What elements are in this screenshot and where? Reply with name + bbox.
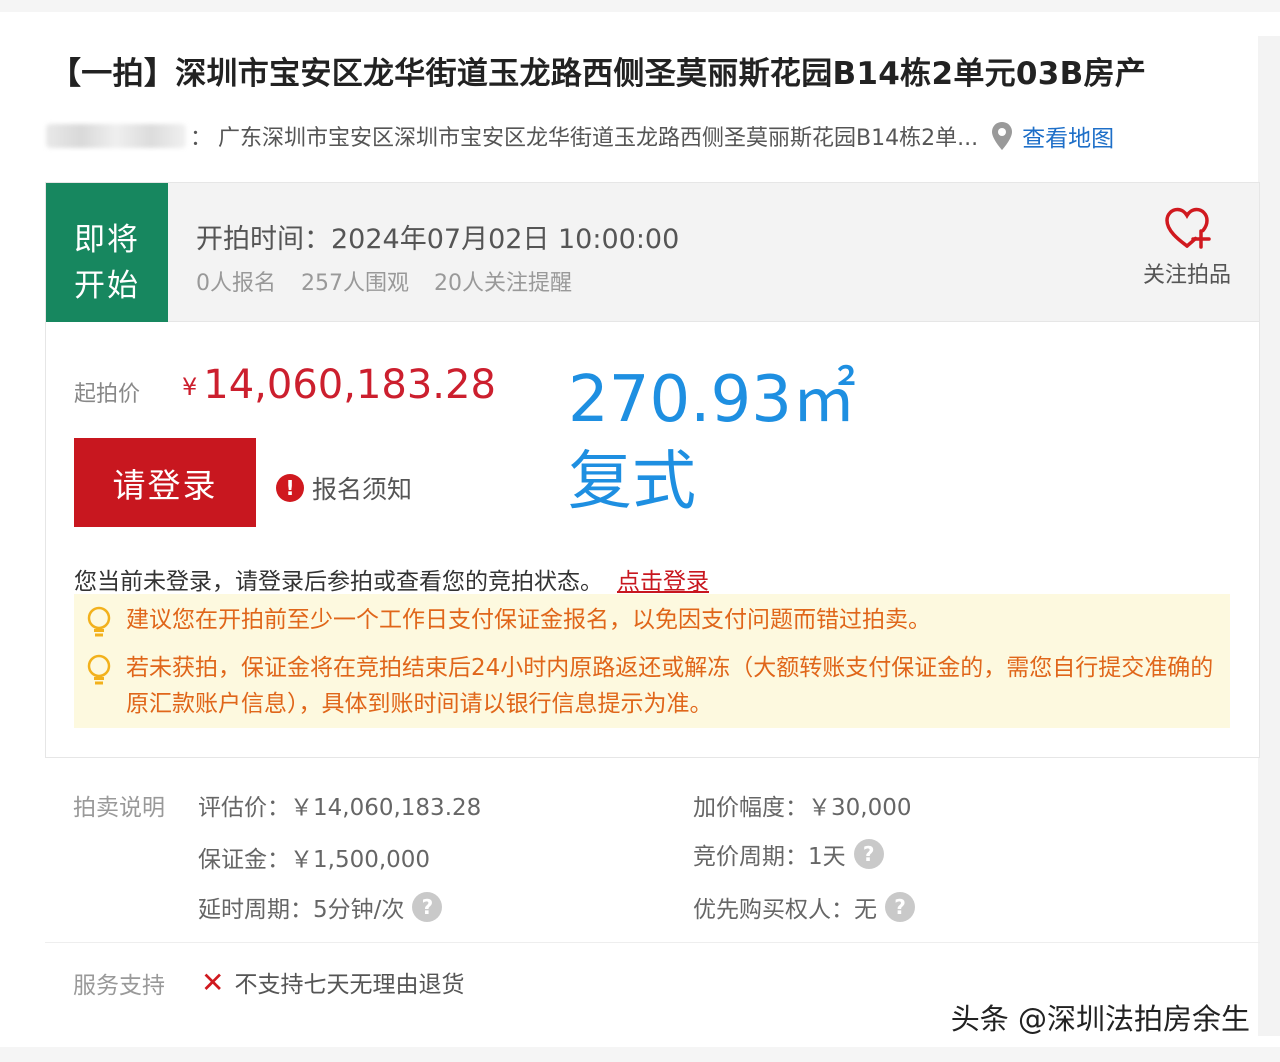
tip-text: 建议您在开拍前至少一个工作日支付保证金报名，以免因支付问题而错过拍卖。: [126, 607, 931, 633]
view-count: 257人围观: [301, 271, 409, 296]
tips-box: 建议您在开拍前至少一个工作日支付保证金报名，以免因支付问题而错过拍卖。 若未获拍…: [74, 594, 1230, 728]
lightbulb-icon: [87, 654, 111, 685]
starting-price-label: 起拍价: [74, 382, 141, 407]
section-divider: [45, 942, 1260, 943]
bid-increment: 加价幅度：￥30,000: [693, 788, 911, 822]
auction-info-section: 拍卖说明 评估价：￥14,060,183.28 加价幅度：￥30,000 保证金…: [45, 778, 1260, 938]
auction-info-label: 拍卖说明: [73, 795, 165, 821]
login-status-message: 您当前未登录，请登录后参拍或查看您的竞拍状态。: [74, 569, 603, 595]
view-map-link[interactable]: 查看地图: [1022, 119, 1114, 153]
deposit-text: 保证金：￥1,500,000: [198, 847, 431, 873]
price-panel: 起拍价 ¥14,060,183.28 270.93㎡ 复式 请登录 ! 报名须知…: [45, 322, 1260, 758]
service-label: 服务支持: [73, 973, 165, 999]
map-pin-icon: [992, 122, 1013, 150]
address-colon: ：: [190, 126, 213, 151]
appraisal-price-text: 评估价：￥14,060,183.28: [198, 795, 482, 821]
deposit: 保证金：￥1,500,000: [198, 840, 430, 874]
property-type-overlay: 复式: [568, 445, 696, 519]
address-text: 广东深圳市宝安区深圳市宝安区龙华街道玉龙路西侧圣莫丽斯花园B14栋2单...: [218, 126, 979, 151]
bid-period: 竞价周期：1天 ?: [693, 837, 884, 871]
heart-plus-icon: [1165, 207, 1211, 249]
cross-icon: ✕: [201, 965, 225, 999]
extension-period: 延时周期：5分钟/次 ?: [198, 890, 443, 924]
tip-item: 若未获拍，保证金将在竞拍结束后24小时内原路返还或解冻（大额转账支付保证金的，需…: [86, 650, 1218, 722]
listing-title: 【一拍】深圳市宝安区龙华街道玉龙路西侧圣莫丽斯花园B14栋2单元03B房产: [50, 56, 1147, 92]
appraisal-price: 评估价：￥14,060,183.28: [198, 788, 481, 822]
starting-price: ¥14,060,183.28: [182, 362, 496, 408]
follow-label: 关注拍品: [1142, 263, 1231, 288]
help-icon[interactable]: ?: [853, 839, 884, 869]
right-gutter: [1258, 36, 1280, 1036]
signup-count: 0人报名: [196, 271, 276, 296]
bid-increment-text: 加价幅度：￥30,000: [693, 795, 912, 821]
area-overlay: 270.93㎡: [568, 363, 856, 437]
bid-period-text: 竞价周期：1天: [693, 844, 846, 870]
blurred-address-label: [46, 124, 186, 148]
service-item: ✕ 不支持七天无理由退货: [201, 965, 464, 999]
address-row: ： 广东深圳市宝安区深圳市宝安区龙华街道玉龙路西侧圣莫丽斯花园B14栋2单...…: [46, 118, 1114, 154]
price-amount: 14,060,183.28: [203, 362, 496, 408]
status-tag: 即将 开始: [46, 183, 168, 323]
notice-label: 报名须知: [312, 475, 413, 504]
help-icon[interactable]: ?: [885, 892, 915, 922]
service-item-text: 不支持七天无理由退货: [234, 972, 465, 998]
tip-item: 建议您在开拍前至少一个工作日支付保证金报名，以免因支付问题而错过拍卖。: [86, 602, 1218, 638]
help-icon[interactable]: ?: [412, 892, 443, 922]
start-time: 开拍时间：2024年07月02日 10:00:00: [196, 224, 680, 255]
auction-stats: 0人报名 257人围观 20人关注提醒: [196, 265, 590, 297]
currency-symbol: ¥: [182, 373, 198, 401]
extension-period-text: 延时周期：5分钟/次: [198, 897, 405, 923]
reminder-count: 20人关注提醒: [434, 271, 572, 296]
login-status-text: 您当前未登录，请登录后参拍或查看您的竞拍状态。 点击登录: [74, 562, 709, 596]
lightbulb-icon: [87, 606, 111, 637]
follow-button[interactable]: 关注拍品: [1137, 205, 1237, 289]
login-button[interactable]: 请登录: [74, 438, 256, 527]
priority-buyer-text: 优先购买权人：无: [693, 897, 877, 923]
auction-status-panel: 即将 开始 开拍时间：2024年07月02日 10:00:00 0人报名 257…: [45, 182, 1260, 323]
tip-text: 若未获拍，保证金将在竞拍结束后24小时内原路返还或解冻（大额转账支付保证金的，需…: [126, 655, 1214, 717]
registration-notice-link[interactable]: ! 报名须知: [276, 470, 412, 506]
priority-buyer: 优先购买权人：无 ?: [693, 890, 915, 924]
status-tag-line1: 即将: [74, 222, 140, 258]
watermark: 头条 @深圳法拍房余生: [950, 1002, 1250, 1036]
click-login-link[interactable]: 点击登录: [617, 569, 709, 595]
exclamation-icon: !: [276, 474, 304, 502]
status-tag-line2: 开始: [74, 268, 140, 304]
